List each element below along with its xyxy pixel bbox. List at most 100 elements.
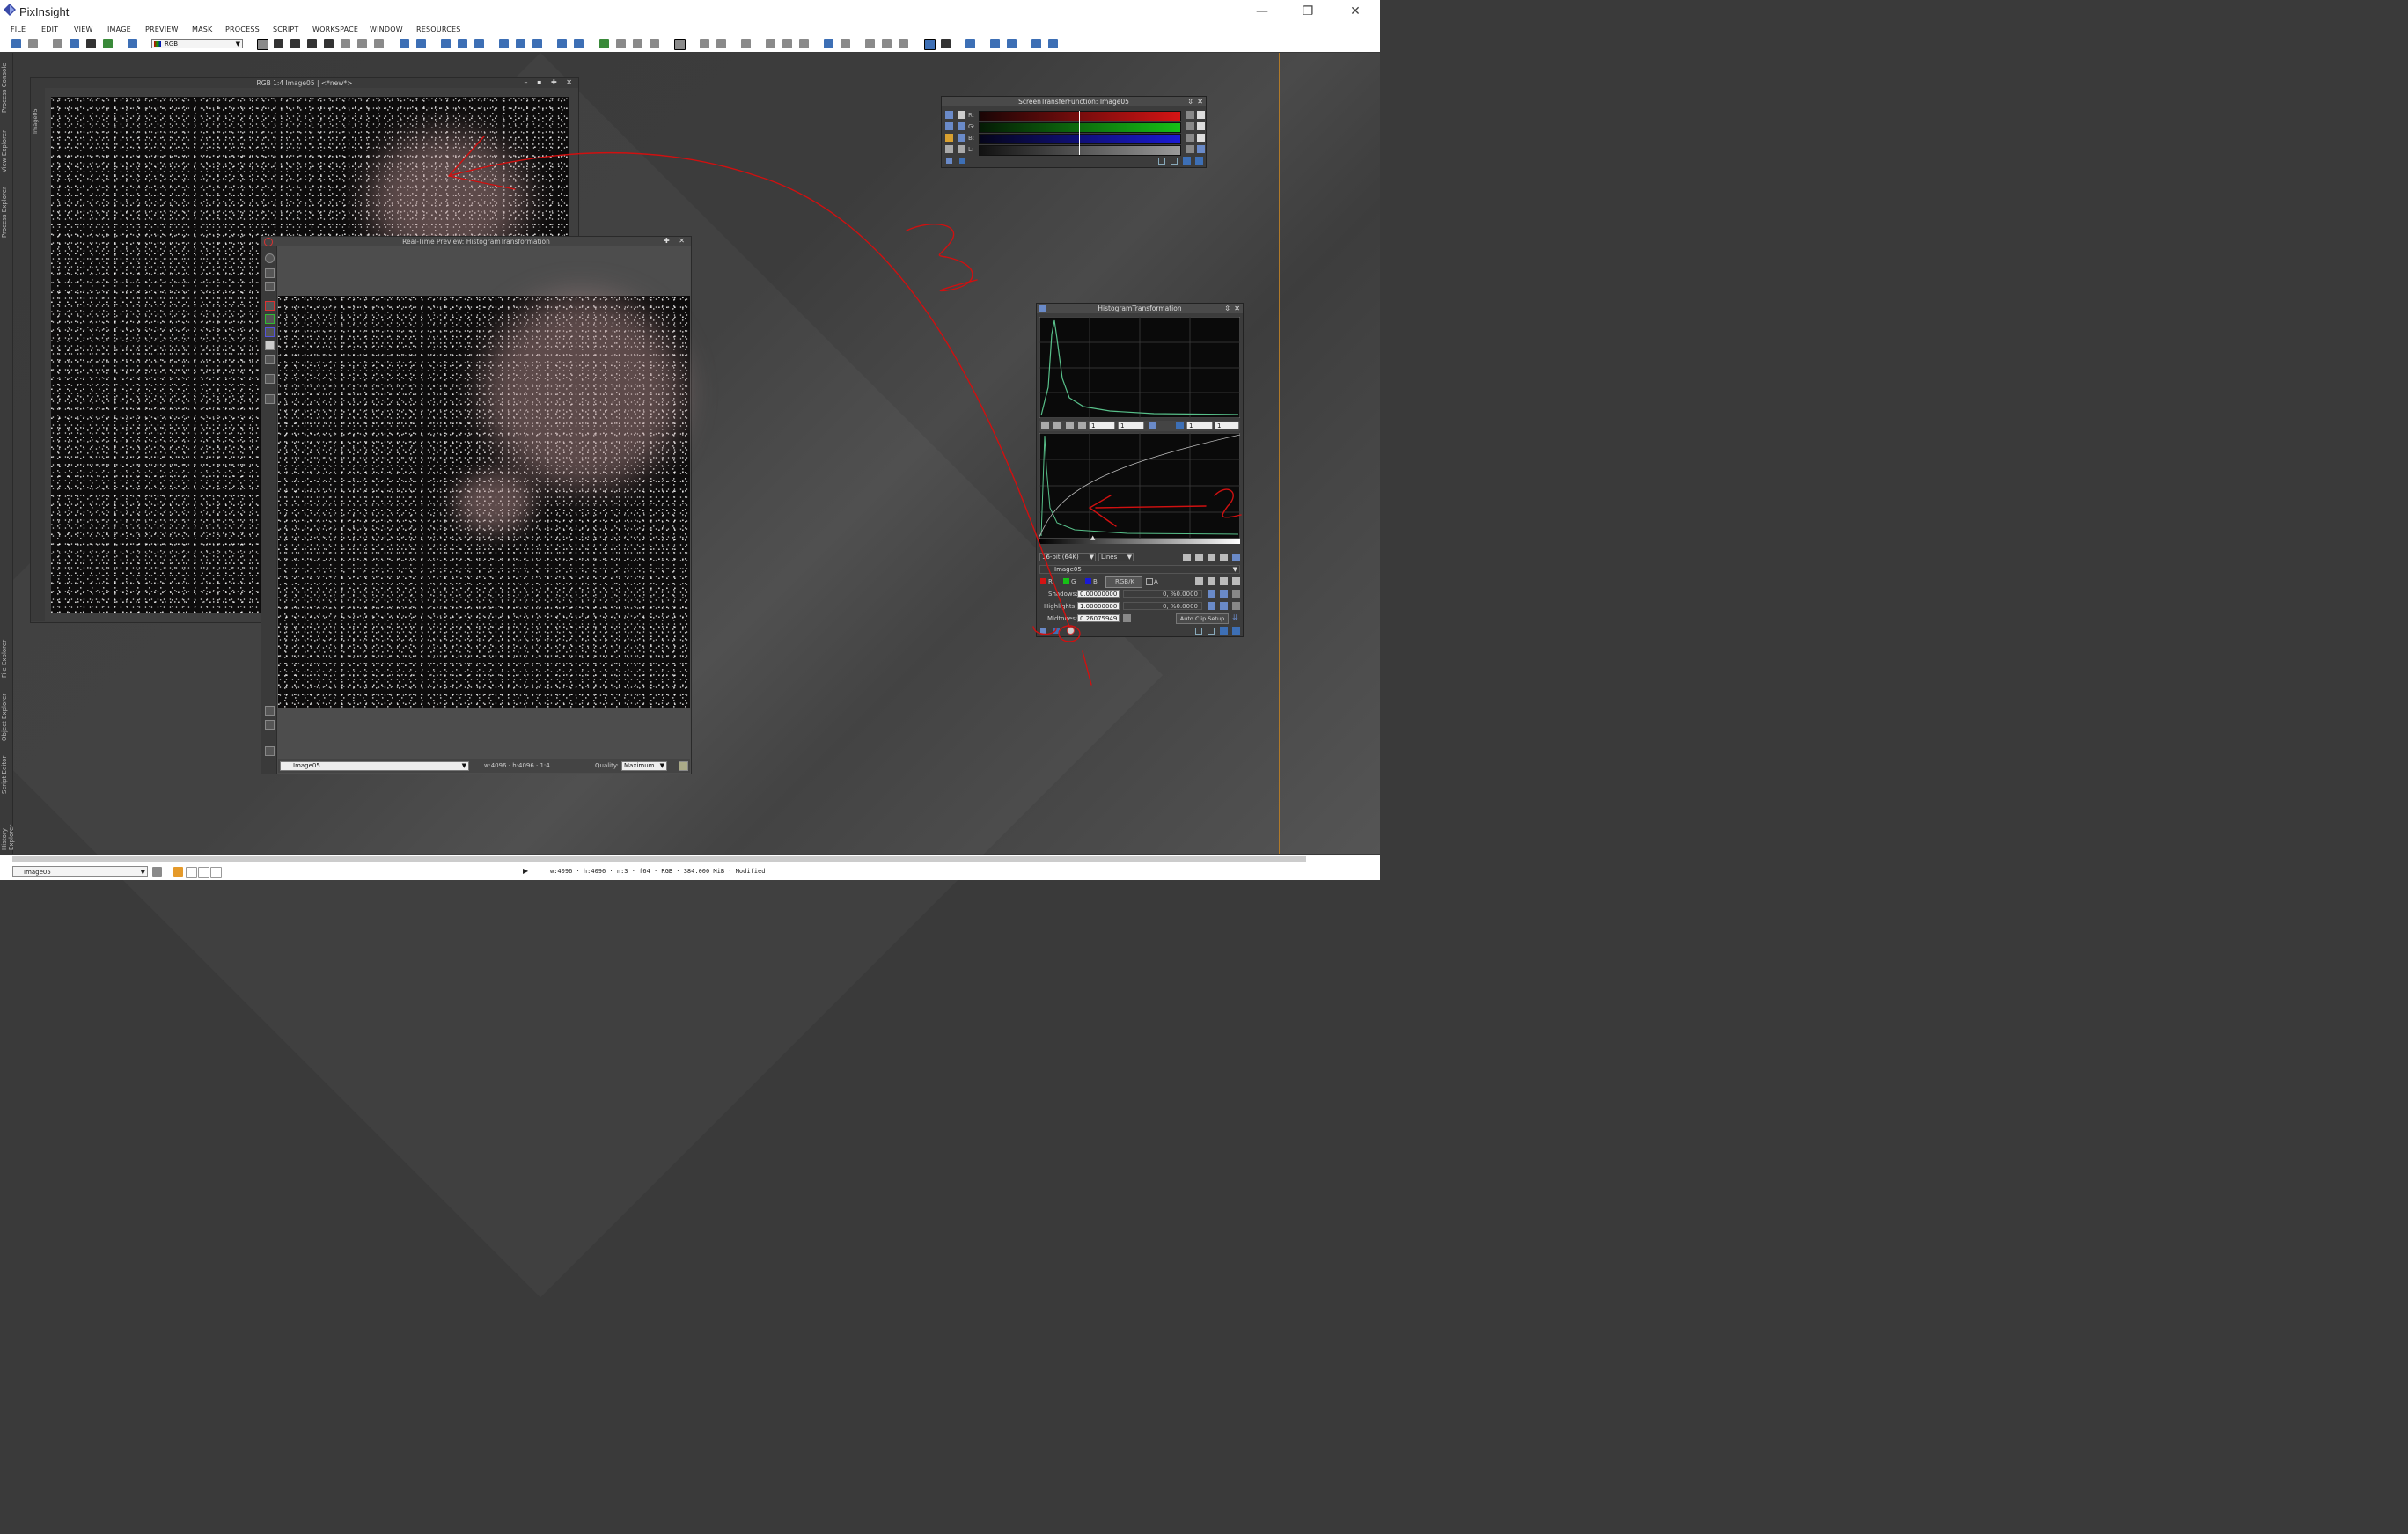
menu-view[interactable]: VIEW: [74, 26, 93, 33]
graph-style-select[interactable]: Lines ▼: [1098, 553, 1134, 561]
pointer-icon[interactable]: [958, 111, 965, 119]
tile-icon[interactable]: [557, 39, 567, 48]
zoom-in-alt-icon[interactable]: [958, 122, 965, 130]
mode-4-icon[interactable]: [210, 867, 222, 878]
channel-b-icon[interactable]: [799, 39, 809, 48]
explorer-icon[interactable]: [824, 39, 833, 48]
reset-r-icon[interactable]: [1186, 111, 1194, 119]
redo-icon[interactable]: [28, 39, 38, 48]
stf-r-slider[interactable]: [979, 111, 1181, 121]
apply-icon[interactable]: [1220, 627, 1228, 635]
cascade-icon[interactable]: [574, 39, 584, 48]
zoom-out-icon[interactable]: [416, 39, 426, 48]
new-view-icon[interactable]: [128, 39, 137, 48]
reset-channel-icon[interactable]: [1232, 577, 1240, 585]
channel-r-icon[interactable]: [766, 39, 775, 48]
menu-mask[interactable]: MASK: [192, 26, 213, 33]
shadows-reset-icon[interactable]: [1232, 590, 1240, 598]
zoom-fit-icon[interactable]: [274, 39, 283, 48]
settings-g-icon[interactable]: [1197, 122, 1205, 130]
zoom-h-lower[interactable]: 1: [1186, 422, 1213, 429]
undo-icon[interactable]: [11, 39, 21, 48]
midtone-handle-icon[interactable]: ▲: [1090, 534, 1095, 541]
ht-titlebar[interactable]: HistogramTransformation: [1037, 304, 1243, 313]
arrow-icon[interactable]: [265, 720, 275, 730]
shadows-auto-all-icon[interactable]: [1220, 590, 1228, 598]
preview-zoom-icon[interactable]: [265, 268, 275, 278]
auto-clip-icon[interactable]: [1208, 577, 1215, 585]
image-icon[interactable]: [86, 39, 96, 48]
stf-b-slider[interactable]: [979, 134, 1181, 144]
channel-r-swatch[interactable]: [1040, 578, 1046, 584]
expand-icon[interactable]: [958, 145, 965, 153]
zoom-v-lower[interactable]: 1: [1215, 422, 1239, 429]
channel-b-swatch[interactable]: [1085, 578, 1091, 584]
histogram-mode-3-icon[interactable]: [1208, 554, 1215, 561]
highlights-reset-icon[interactable]: [1232, 602, 1240, 610]
zoom-v-upper[interactable]: 1: [1118, 422, 1144, 429]
stf-midtone-marker[interactable]: [1079, 111, 1080, 155]
screen-icon[interactable]: [965, 39, 975, 48]
auto-stretch-icon[interactable]: [945, 134, 953, 142]
channel-b-label[interactable]: B: [1093, 578, 1098, 585]
channel-rgbk-button[interactable]: RGB/K: [1105, 576, 1142, 588]
settings-b-icon[interactable]: [1197, 134, 1205, 142]
monitor-icon[interactable]: [924, 39, 936, 50]
menu-edit[interactable]: EDIT: [41, 26, 58, 33]
tab-process-console[interactable]: Process Console: [1, 56, 11, 113]
midtones-reset-icon[interactable]: [1123, 614, 1131, 622]
image-window-titlebar[interactable]: RGB 1:4 Image05 | <*new*>: [31, 78, 578, 88]
tab-view-explorer[interactable]: View Explorer: [1, 120, 11, 172]
stf-auto-icon[interactable]: [700, 39, 709, 48]
workspace-1-icon[interactable]: [990, 39, 1000, 48]
apply-icon[interactable]: [1183, 157, 1191, 165]
preview-window[interactable]: Real-Time Preview: HistogramTransformati…: [261, 236, 692, 774]
channel-rgb-icon[interactable]: [265, 341, 275, 350]
pan-icon[interactable]: [307, 39, 317, 48]
horizontal-scrollbar[interactable]: [12, 856, 1306, 862]
restore-button[interactable]: ❐: [1290, 3, 1325, 20]
browse-icon[interactable]: [1208, 628, 1215, 635]
zoom-1-2-icon[interactable]: [474, 39, 484, 48]
shade-icon[interactable]: ⇳: [1224, 305, 1230, 312]
reset-icon[interactable]: [1232, 627, 1240, 635]
close-button[interactable]: ✕: [1338, 3, 1373, 20]
menu-file[interactable]: FILE: [11, 26, 26, 33]
channel-red-icon[interactable]: [265, 301, 275, 311]
tab-object-explorer[interactable]: Object Explorer: [1, 685, 11, 741]
camera-icon[interactable]: [265, 374, 275, 384]
filter-icon[interactable]: [1176, 422, 1184, 429]
history-icon[interactable]: [882, 39, 892, 48]
preview-options-icon[interactable]: [679, 761, 688, 771]
zoom-window-icon[interactable]: [1054, 422, 1061, 429]
shadows-auto-icon[interactable]: [1208, 590, 1215, 598]
close-icon[interactable]: ✕: [1197, 98, 1203, 106]
midtone-slider-track[interactable]: [1039, 539, 1240, 544]
zoom-2-1-icon[interactable]: [458, 39, 467, 48]
auto-clip-setup-button[interactable]: Auto Clip Setup: [1176, 613, 1229, 624]
shade-icon[interactable]: ⇳: [1187, 98, 1193, 106]
stf-l-slider[interactable]: [979, 145, 1181, 156]
snapshot-icon[interactable]: [265, 394, 275, 404]
stf-reset-icon[interactable]: [716, 39, 726, 48]
script-icon[interactable]: [865, 39, 875, 48]
apply-global-icon[interactable]: [1054, 628, 1060, 634]
zoom-h-upper[interactable]: 1: [1089, 422, 1115, 429]
reset-b-icon[interactable]: [1186, 134, 1194, 142]
preview-icon[interactable]: [1158, 158, 1165, 165]
channel-a-label[interactable]: A: [1154, 578, 1158, 585]
crosshair-icon[interactable]: [1220, 577, 1228, 585]
view-id-tab[interactable]: Image05: [32, 99, 42, 134]
fit-view-icon[interactable]: [499, 39, 509, 48]
highlights-auto-icon[interactable]: [1208, 602, 1215, 610]
real-time-preview-icon[interactable]: [1067, 627, 1075, 635]
preview-canvas[interactable]: [278, 296, 690, 708]
shadows-input[interactable]: 0.00000000: [1077, 590, 1120, 598]
quality-select[interactable]: Maximum ▼: [621, 761, 667, 771]
midtones-input[interactable]: 0.26075949: [1077, 614, 1120, 622]
preview-window-titlebar[interactable]: Real-Time Preview: HistogramTransformati…: [261, 237, 691, 246]
settings-l-icon[interactable]: [1197, 145, 1205, 153]
mode-2-icon[interactable]: [186, 867, 197, 878]
apply-global-icon[interactable]: [959, 158, 965, 164]
view-lock-icon[interactable]: [152, 867, 162, 877]
